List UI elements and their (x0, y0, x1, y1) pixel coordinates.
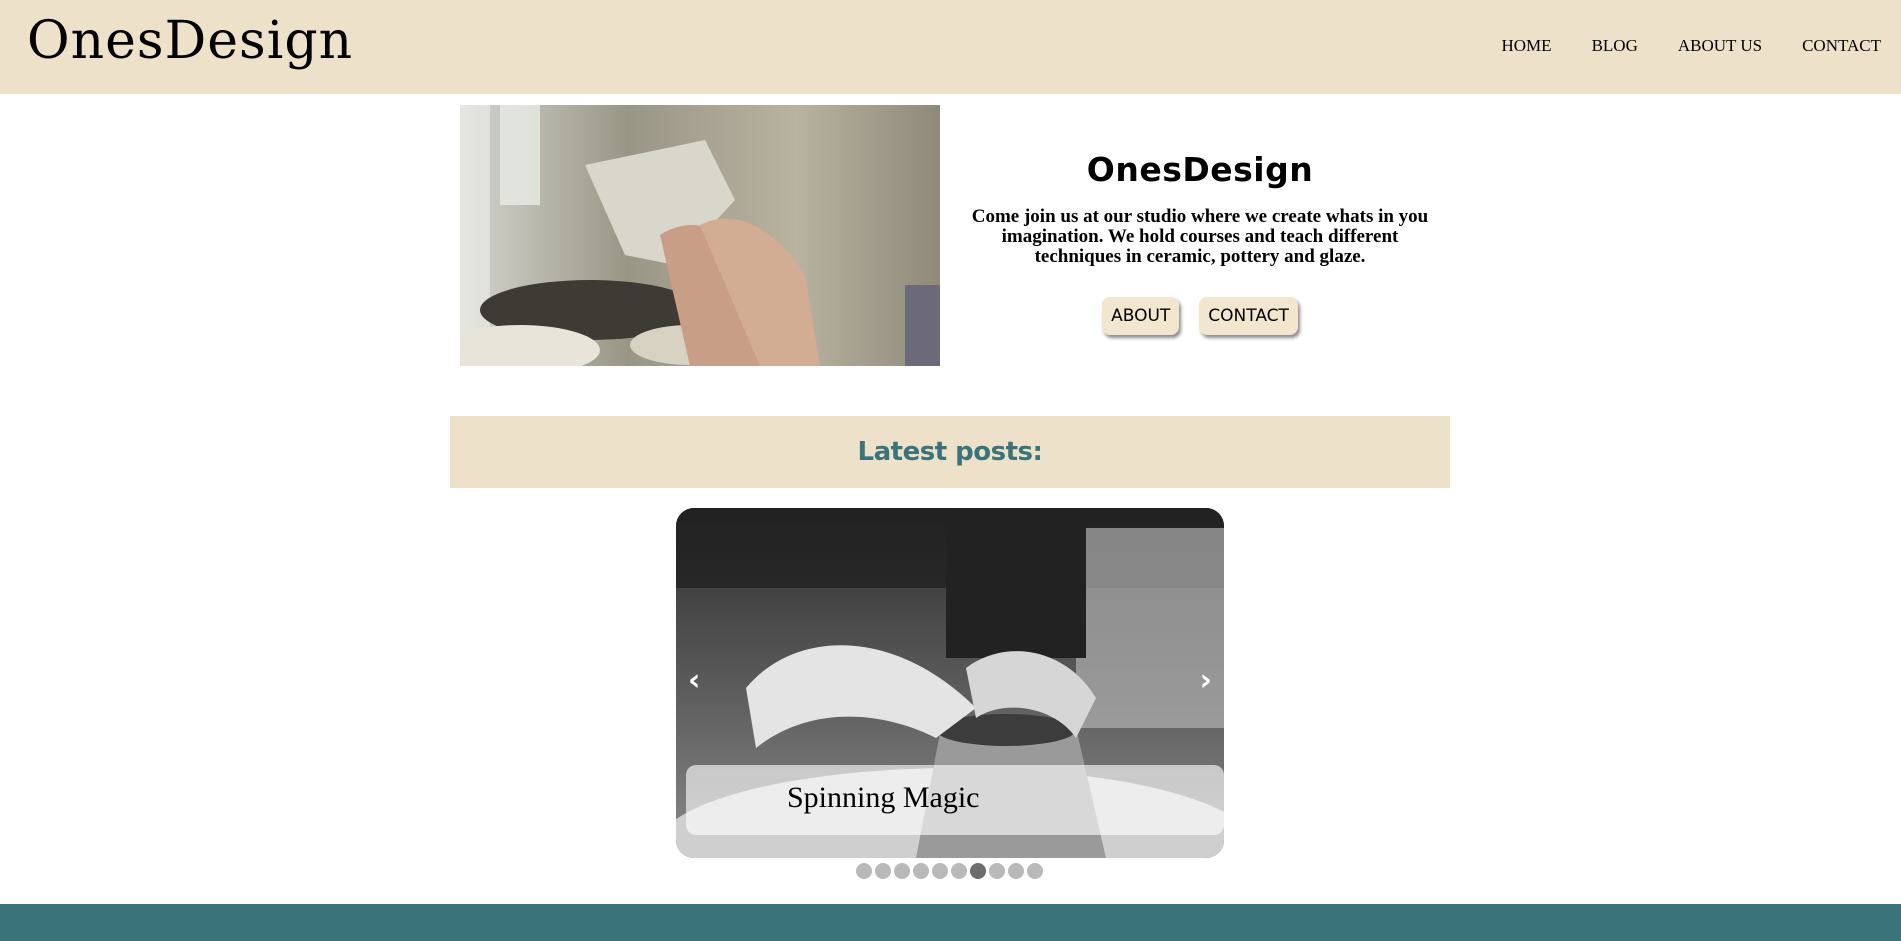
slider-dot[interactable] (1027, 863, 1043, 879)
nav-about-us-link[interactable]: ABOUT US (1678, 36, 1762, 56)
slider-dot[interactable] (875, 863, 891, 879)
contact-button[interactable]: CONTACT (1199, 297, 1298, 335)
slider-dot[interactable] (970, 863, 986, 879)
hero-buttons: ABOUT CONTACT (960, 297, 1440, 335)
slider-dot[interactable] (894, 863, 910, 879)
slider-dots (856, 863, 1043, 879)
site-footer (0, 904, 1901, 941)
hero-title: OnesDesign (1086, 150, 1314, 189)
posts-slider[interactable]: ‹ › Spinning Magic (676, 508, 1224, 858)
slider-prev-arrow[interactable]: ‹ (688, 666, 700, 696)
nav-contact-link[interactable]: CONTACT (1802, 36, 1881, 56)
nav-home-link[interactable]: HOME (1502, 36, 1552, 56)
latest-posts-banner: Latest posts: (450, 416, 1450, 488)
latest-posts-heading: Latest posts: (857, 437, 1043, 467)
site-header: OnesDesign HOME BLOG ABOUT US CONTACT (0, 0, 1901, 94)
slider-dot[interactable] (951, 863, 967, 879)
main-nav: HOME BLOG ABOUT US CONTACT (1502, 36, 1882, 56)
slider-dot[interactable] (913, 863, 929, 879)
nav-blog-link[interactable]: BLOG (1592, 36, 1638, 56)
about-button[interactable]: ABOUT (1102, 297, 1180, 335)
slide-caption: Spinning Magic (686, 765, 1224, 835)
slider-dot[interactable] (1008, 863, 1024, 879)
hero-description: Come join us at our studio where we crea… (971, 206, 1429, 267)
slide-caption-text: Spinning Magic (787, 781, 980, 814)
slider-dot[interactable] (989, 863, 1005, 879)
hero-image (460, 105, 940, 366)
slider-dot[interactable] (856, 863, 872, 879)
slider-dot[interactable] (932, 863, 948, 879)
slider-next-arrow[interactable]: › (1200, 666, 1212, 696)
site-logo[interactable]: OnesDesign (27, 10, 353, 72)
hero-content: OnesDesign Come join us at our studio wh… (960, 150, 1440, 335)
hero-photo-ceramic-hands (460, 105, 940, 366)
